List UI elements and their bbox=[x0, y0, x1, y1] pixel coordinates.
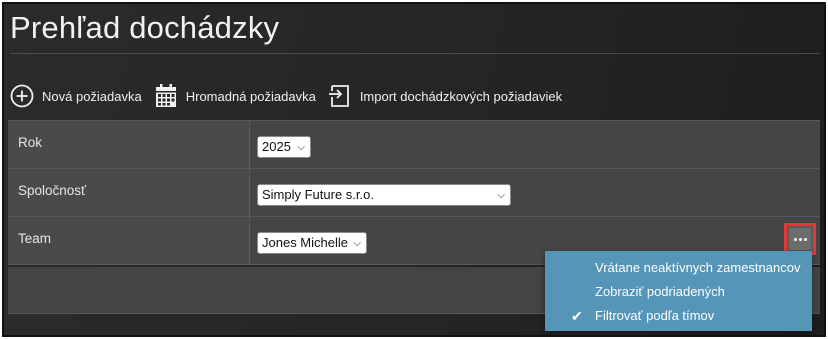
chevron-down-icon: ⌵ bbox=[497, 190, 505, 201]
company-select-value: Simply Future s.r.o. bbox=[262, 187, 374, 202]
company-label: Spoločnosť bbox=[8, 169, 250, 216]
menu-item-filter-by-teams[interactable]: ✔ Filtrovať podľa tímov bbox=[545, 304, 812, 328]
menu-item-show-subordinates[interactable]: Zobraziť podriadených bbox=[545, 280, 812, 304]
calendar-icon bbox=[155, 84, 176, 107]
menu-item-label: Vrátane neaktívnych zamestnancov bbox=[595, 260, 801, 275]
ellipsis-icon bbox=[789, 228, 811, 250]
year-label: Rok bbox=[8, 121, 250, 168]
filter-grid: Rok 2025 ⌵ Spoločnosť Simply Future s.r.… bbox=[8, 120, 820, 265]
plus-circle-icon bbox=[10, 84, 34, 108]
filter-row-company: Spoločnosť Simply Future s.r.o. ⌵ bbox=[8, 169, 820, 217]
filter-row-year: Rok 2025 ⌵ bbox=[8, 121, 820, 169]
year-select[interactable]: 2025 ⌵ bbox=[257, 136, 311, 158]
team-select[interactable]: Jones Michelle ⌵ bbox=[257, 232, 367, 254]
checkmark-icon: ✔ bbox=[571, 308, 583, 324]
bulk-request-button[interactable]: Hromadná požiadavka bbox=[154, 83, 316, 109]
bulk-request-label: Hromadná požiadavka bbox=[185, 88, 316, 104]
menu-item-include-inactive[interactable]: Vrátane neaktívnych zamestnancov bbox=[545, 256, 812, 280]
toolbar: Nová požiadavka Hromadná požiadavka Impo… bbox=[10, 82, 574, 110]
chevron-down-icon: ⌵ bbox=[297, 142, 305, 153]
year-value-cell: 2025 ⌵ bbox=[251, 121, 820, 168]
company-value-cell: Simply Future s.r.o. ⌵ bbox=[251, 169, 820, 216]
app-window: Prehľad dochádzky Nová požiadavka Hromad… bbox=[2, 2, 826, 337]
menu-item-label: Filtrovať podľa tímov bbox=[595, 308, 715, 323]
import-requests-button[interactable]: Import dochádzkových požiadaviek bbox=[328, 83, 562, 109]
chevron-down-icon: ⌵ bbox=[353, 238, 361, 249]
team-label: Team bbox=[8, 217, 250, 264]
team-select-value: Jones Michelle bbox=[262, 235, 348, 250]
menu-item-label: Zobraziť podriadených bbox=[595, 284, 725, 299]
page-title: Prehľad dochádzky bbox=[10, 10, 280, 45]
new-request-button[interactable]: Nová požiadavka bbox=[10, 84, 142, 108]
import-icon bbox=[328, 85, 349, 107]
new-request-label: Nová požiadavka bbox=[42, 88, 142, 104]
title-divider bbox=[10, 53, 820, 54]
options-menu: Vrátane neaktívnych zamestnancov Zobrazi… bbox=[545, 251, 812, 331]
year-select-value: 2025 bbox=[262, 139, 291, 154]
import-requests-label: Import dochádzkových požiadaviek bbox=[359, 88, 563, 104]
company-select[interactable]: Simply Future s.r.o. ⌵ bbox=[257, 184, 511, 206]
